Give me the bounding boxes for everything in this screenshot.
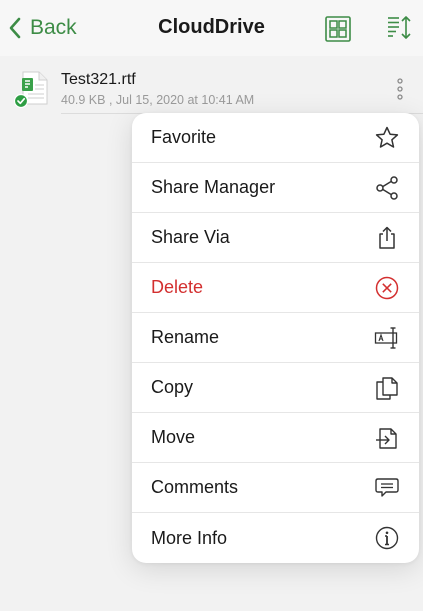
copy-icon: [376, 377, 398, 400]
menu-item-label: Comments: [151, 477, 239, 497]
share-upload-icon: [379, 226, 395, 249]
context-menu: Favorite Share Manager Share Via Delete: [132, 113, 419, 563]
rename-icon: [374, 327, 398, 349]
menu-item-label: Share Via: [151, 227, 230, 247]
menu-item-label: Copy: [151, 377, 194, 397]
comment-icon: [375, 478, 399, 497]
menu-item-share-via[interactable]: Share Via: [132, 213, 419, 263]
menu-item-share-manager[interactable]: Share Manager: [132, 163, 419, 213]
grid-view-icon[interactable]: [325, 16, 351, 42]
menu-item-label: Delete: [151, 277, 204, 297]
circle-x-icon: [375, 276, 399, 300]
menu-item-label: Move: [151, 427, 196, 447]
share-nodes-icon: [376, 176, 398, 200]
navigation-bar: Back CloudDrive: [0, 0, 423, 56]
chevron-left-icon: [9, 17, 21, 39]
menu-item-move[interactable]: Move: [132, 413, 419, 463]
info-icon: [375, 526, 399, 550]
move-icon: [376, 428, 397, 449]
menu-item-delete[interactable]: Delete: [132, 263, 419, 313]
menu-item-label: Rename: [151, 327, 220, 347]
file-name: Test321.rtf: [61, 71, 136, 88]
back-label: Back: [30, 16, 77, 39]
back-button[interactable]: Back: [6, 14, 77, 42]
file-row[interactable]: Test321.rtf 40.9 KB , Jul 15, 2020 at 10…: [0, 56, 423, 114]
menu-item-label: Share Manager: [151, 177, 276, 197]
menu-item-more-info[interactable]: More Info: [132, 513, 419, 563]
star-icon: [375, 126, 399, 148]
menu-item-copy[interactable]: Copy: [132, 363, 419, 413]
file-meta: 40.9 KB , Jul 15, 2020 at 10:41 AM: [61, 93, 255, 107]
sort-icon[interactable]: [386, 14, 412, 42]
more-options-icon[interactable]: [392, 76, 408, 102]
menu-item-favorite[interactable]: Favorite: [132, 113, 419, 163]
menu-item-label: More Info: [151, 527, 228, 548]
rtf-file-icon: [14, 71, 48, 108]
menu-item-comments[interactable]: Comments: [132, 463, 419, 513]
menu-item-rename[interactable]: Rename: [132, 313, 419, 363]
menu-item-label: Favorite: [151, 127, 217, 147]
